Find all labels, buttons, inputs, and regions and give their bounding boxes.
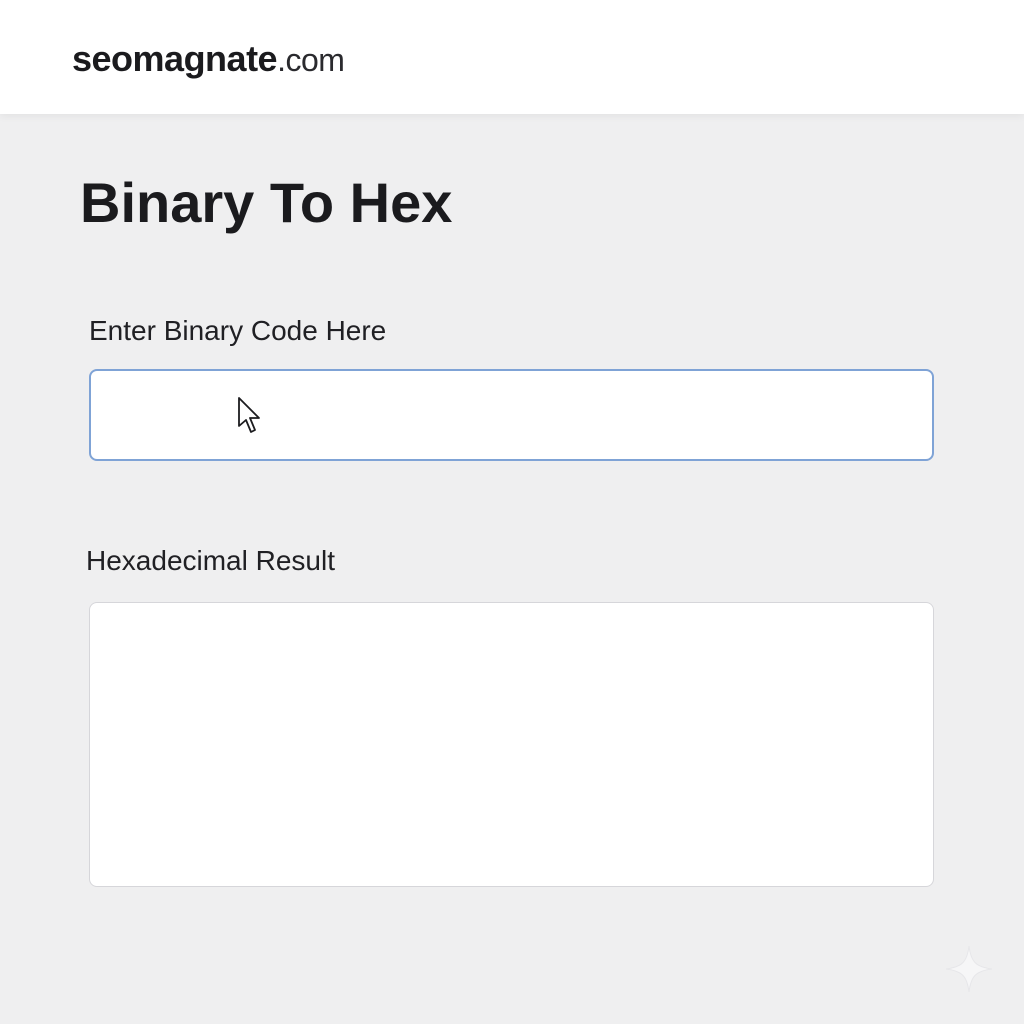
sparkle-icon: [945, 945, 993, 993]
binary-input-label: Enter Binary Code Here: [89, 315, 387, 346]
logo-name: seomagnate: [72, 38, 278, 79]
site-header: seomagnate.com: [0, 0, 1024, 114]
page-title: Binary To Hex: [80, 171, 453, 234]
site-logo[interactable]: seomagnate.com: [72, 38, 345, 81]
logo-tld: .com: [277, 42, 345, 78]
hex-result-output[interactable]: [89, 602, 934, 887]
binary-input[interactable]: [89, 369, 934, 461]
result-label: Hexadecimal Result: [86, 545, 335, 576]
